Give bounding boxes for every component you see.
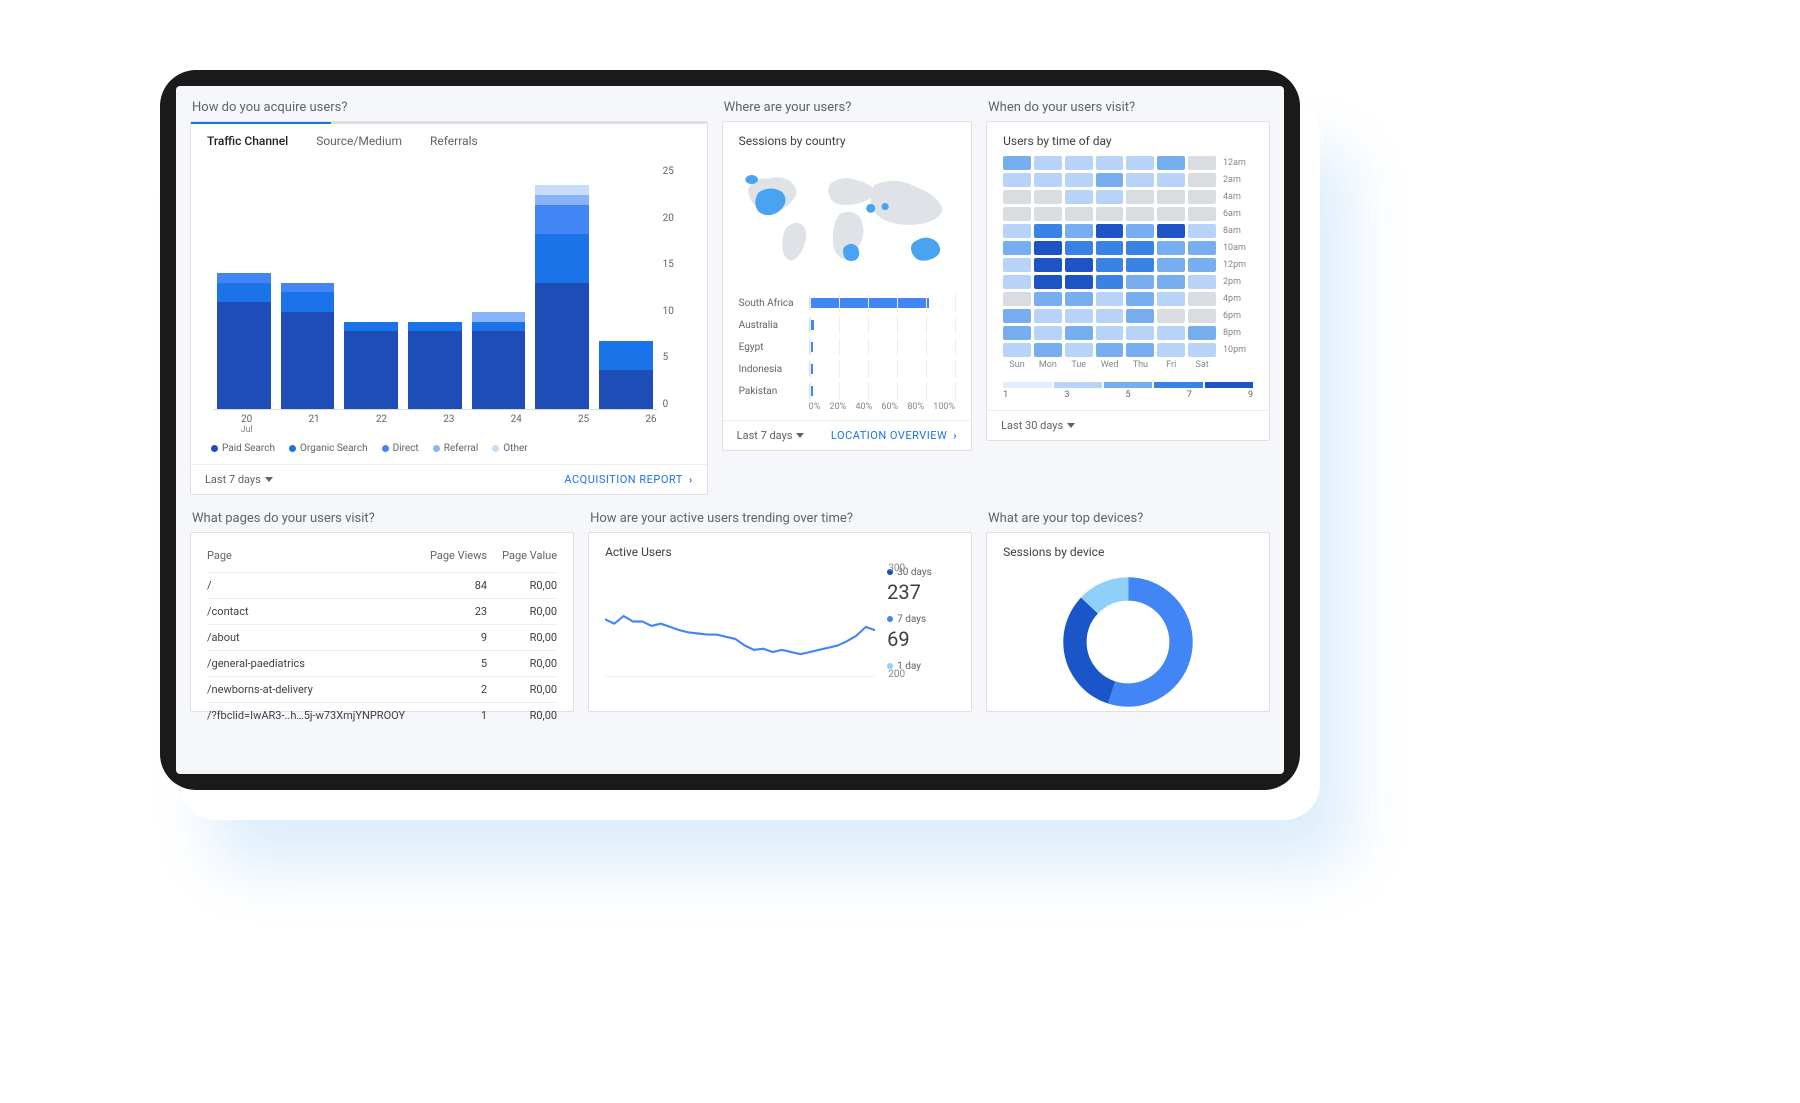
tab-source-medium[interactable]: Source/Medium <box>316 134 402 148</box>
table-row[interactable]: /?fbclid=IwAR3-..h…5j-w73XmjYNPROOY1R0,0… <box>207 702 557 728</box>
table-row[interactable]: /84R0,00 <box>207 572 557 598</box>
card-pages: Page Page Views Page Value /84R0,00/cont… <box>190 532 574 712</box>
chevron-right-icon: › <box>953 429 957 442</box>
location-overview-link[interactable]: LOCATION OVERVIEW› <box>831 429 957 442</box>
when-subtitle: Users by time of day <box>1003 134 1253 148</box>
when-range-dropdown[interactable]: Last 30 days <box>1001 419 1075 432</box>
stacked-bar-legend: Paid SearchOrganic SearchDirectReferralO… <box>207 435 691 456</box>
sessions-by-device-donut <box>1003 567 1253 717</box>
active-users-line-chart: 300 200 <box>605 567 875 677</box>
table-row[interactable]: /general-paediatrics5R0,00 <box>207 650 557 676</box>
country-bar-list: South AfricaAustraliaEgyptIndonesiaPakis… <box>739 292 955 402</box>
acquire-range-dropdown[interactable]: Last 7 days <box>205 473 273 486</box>
table-row[interactable]: /about9R0,00 <box>207 624 557 650</box>
acquire-tabs: Traffic Channel Source/Medium Referrals <box>191 124 707 148</box>
table-row[interactable]: /newborns-at-delivery2R0,00 <box>207 676 557 702</box>
section-title-devices: What are your top devices? <box>988 511 1270 526</box>
chevron-right-icon: › <box>689 473 693 486</box>
section-title-acquire: How do you acquire users? <box>192 100 708 115</box>
section-title-when: When do your users visit? <box>988 100 1270 115</box>
card-active-users: Active Users 300 200 30 days2377 days691… <box>588 532 972 712</box>
section-title-active: How are your active users trending over … <box>590 511 972 526</box>
tab-traffic-channel[interactable]: Traffic Channel <box>207 134 288 148</box>
col-page: Page <box>207 549 407 562</box>
chevron-down-icon <box>1067 423 1075 428</box>
active-subtitle: Active Users <box>605 545 955 559</box>
tab-referrals[interactable]: Referrals <box>430 134 478 148</box>
stacked-bar-chart <box>213 166 657 410</box>
card-where: Sessions by country <box>722 121 972 451</box>
devices-subtitle: Sessions by device <box>1003 545 1253 559</box>
where-subtitle: Sessions by country <box>739 134 955 148</box>
pages-table: Page Page Views Page Value /84R0,00/cont… <box>207 545 557 728</box>
chevron-down-icon <box>265 477 273 482</box>
card-when: Users by time of day 12am2am4am6am8am10a… <box>986 121 1270 441</box>
time-of-day-heatmap: 12am2am4am6am8am10am12pm2pm4pm6pm8pm10pm… <box>1003 156 1253 374</box>
table-row[interactable]: /contact23R0,00 <box>207 598 557 624</box>
card-acquire: Traffic Channel Source/Medium Referrals … <box>190 121 708 495</box>
acquisition-report-link[interactable]: ACQUISITION REPORT› <box>564 473 692 486</box>
col-page-value: Page Value <box>487 549 557 562</box>
col-page-views: Page Views <box>407 549 487 562</box>
dashboard-screen: How do you acquire users? Traffic Channe… <box>176 86 1284 774</box>
tablet-frame: How do you acquire users? Traffic Channe… <box>160 70 1300 790</box>
world-map-choropleth <box>739 156 955 286</box>
card-devices: Sessions by device <box>986 532 1270 712</box>
active-users-stats: 30 days2377 days691 day <box>875 567 955 677</box>
section-title-pages: What pages do your users visit? <box>192 511 574 526</box>
where-range-dropdown[interactable]: Last 7 days <box>737 429 805 442</box>
section-title-where: Where are your users? <box>724 100 972 115</box>
chevron-down-icon <box>796 433 804 438</box>
